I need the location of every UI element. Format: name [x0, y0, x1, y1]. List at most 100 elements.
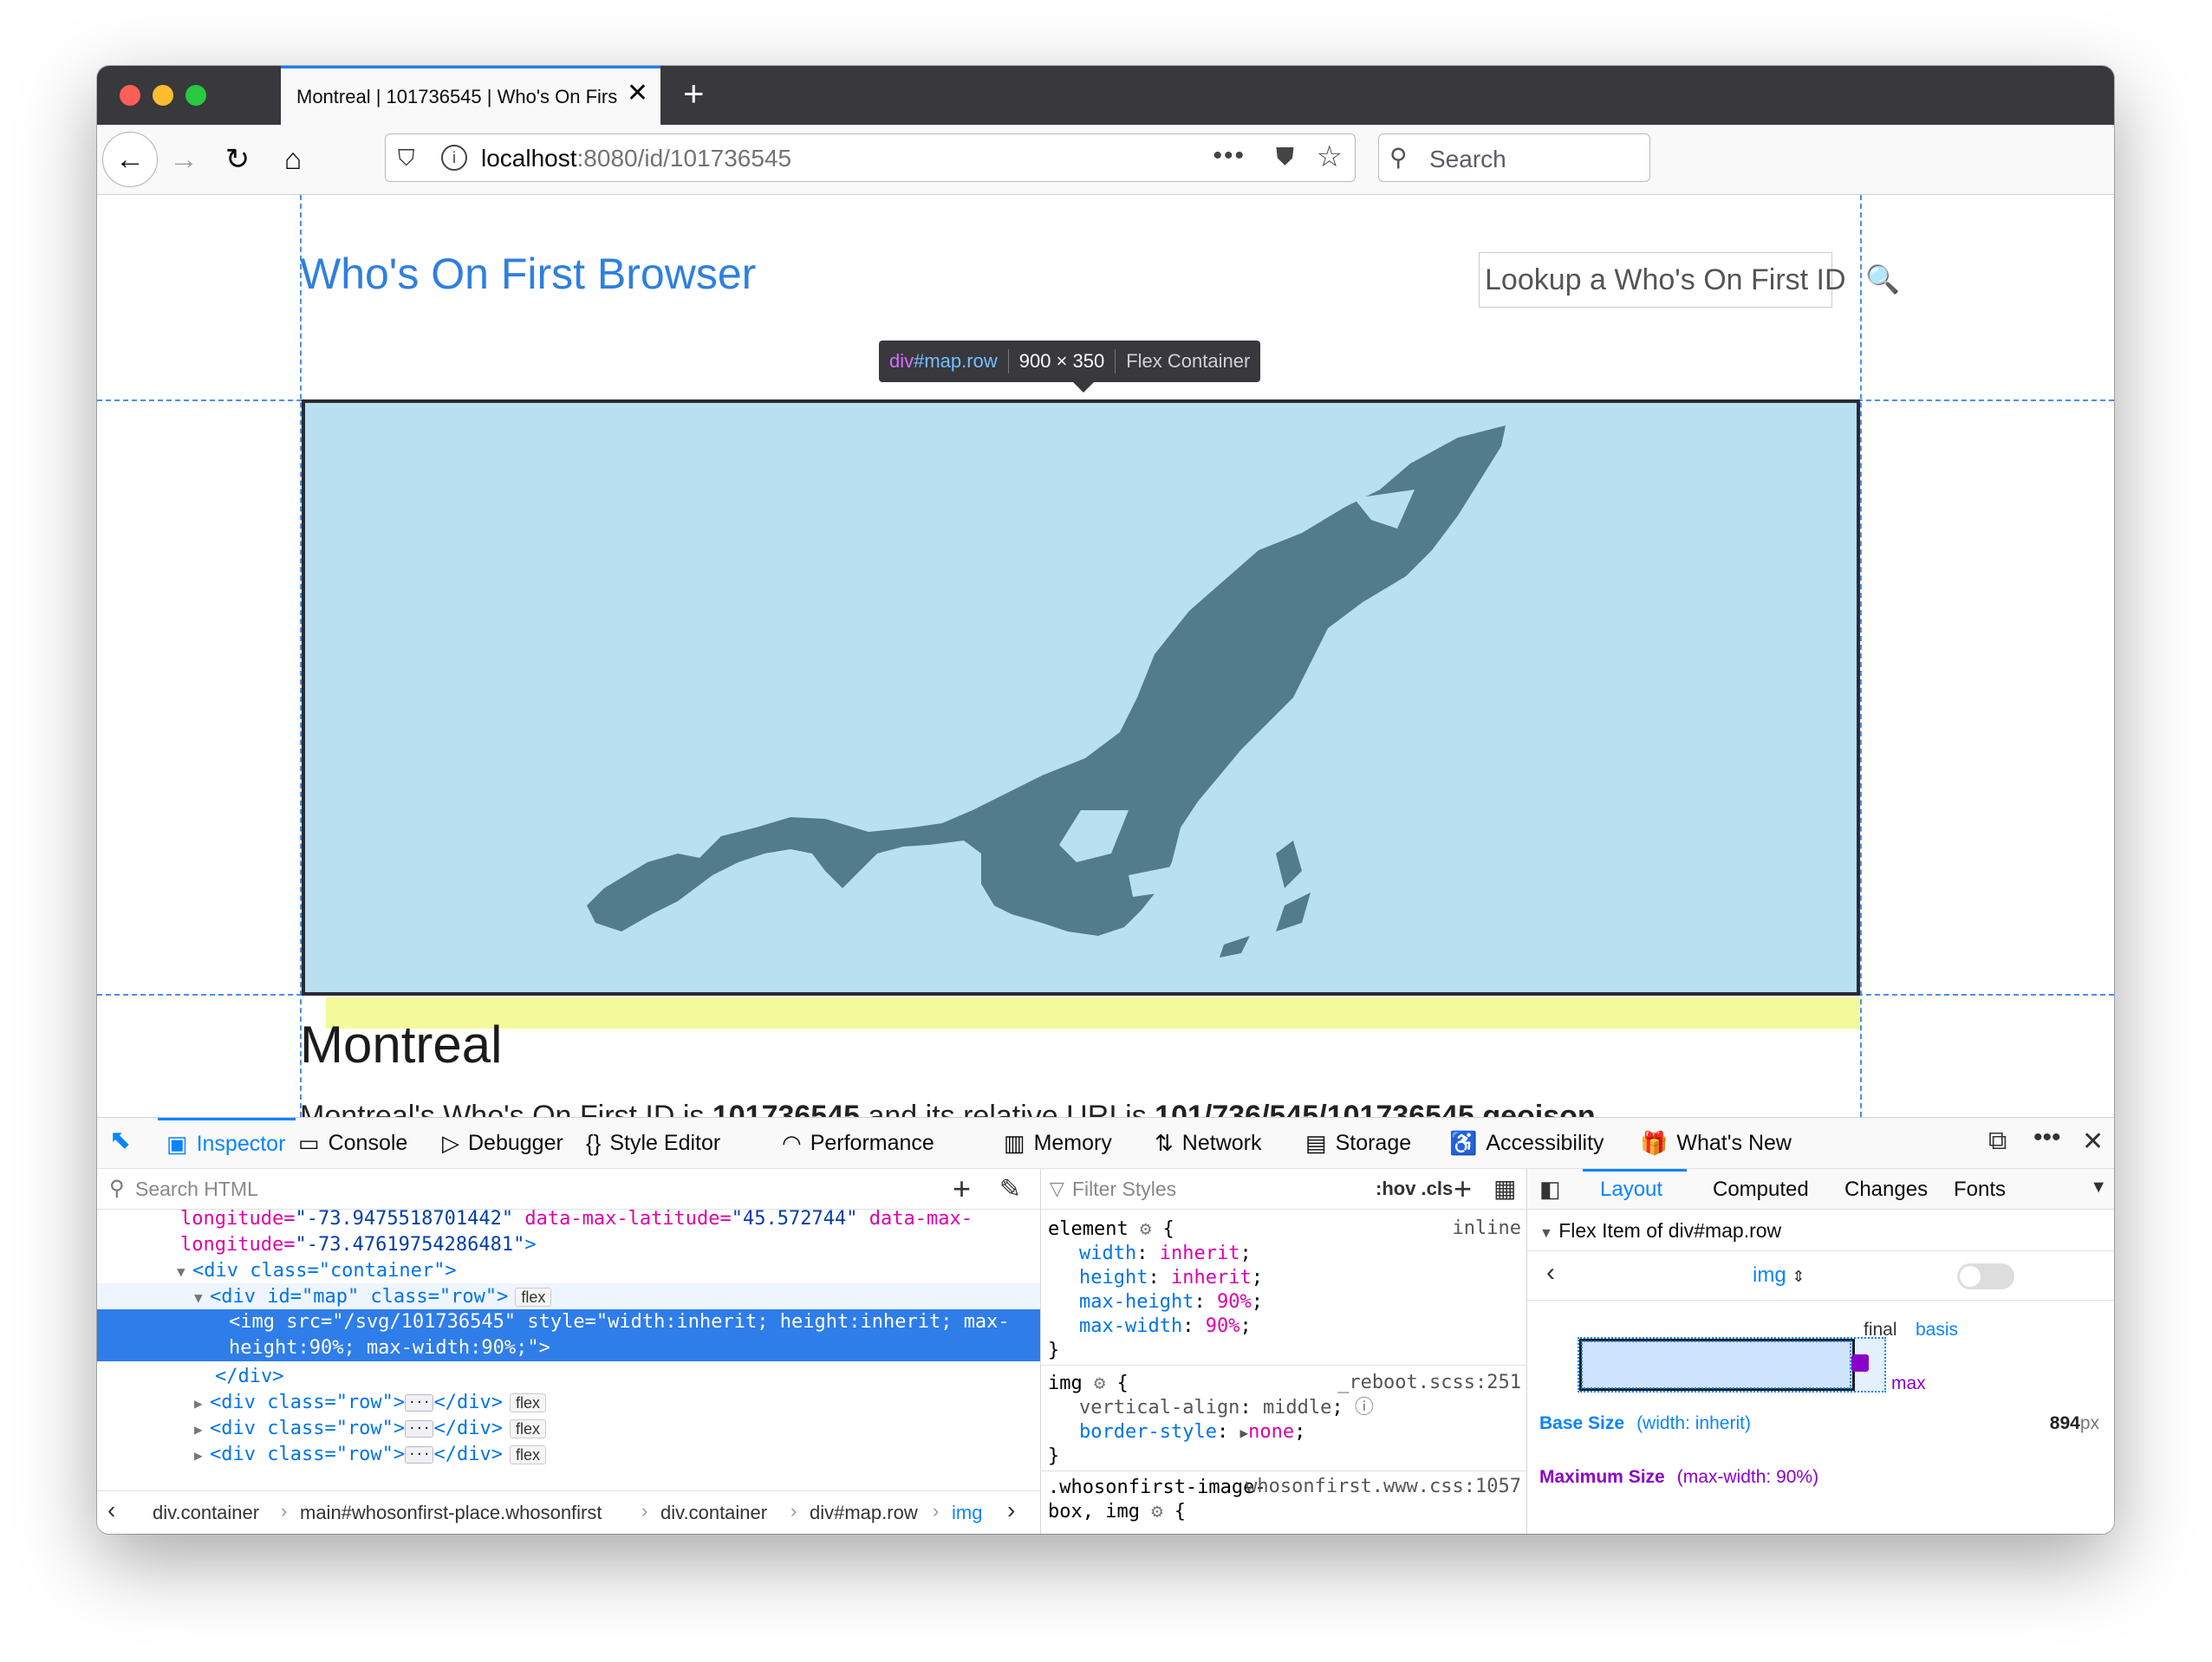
tab-style-editor[interactable]: {} Style Editor	[586, 1118, 720, 1168]
tab-memory[interactable]: ▥ Memory	[1004, 1118, 1112, 1168]
flex-item-header[interactable]: ▼ Flex Item of div#map.row	[1539, 1219, 1781, 1243]
rule-selector[interactable]: img ⚙ {	[1048, 1372, 1129, 1396]
home-button[interactable]: ⌂	[267, 133, 319, 185]
eyedropper-icon[interactable]: ✎	[999, 1174, 1021, 1204]
expand-triangle-icon[interactable]: ▶	[1239, 1425, 1248, 1441]
url-text[interactable]: localhost:8080/id/101736545	[481, 145, 791, 172]
forward-button[interactable]: →	[158, 133, 210, 185]
markup-node-row[interactable]: ▶ <div class="row"> ··· </div> flex	[97, 1415, 1040, 1444]
new-tab-button[interactable]: +	[683, 75, 705, 113]
filter-styles[interactable]: ▽ Filter Styles :hov .cls + ▦	[1041, 1169, 1526, 1210]
tab-accessibility[interactable]: ♿ Accessibility	[1449, 1118, 1604, 1168]
collapsed-ellipsis[interactable]: ···	[405, 1446, 434, 1464]
markup-node-img-selected[interactable]: <img src="/svg/101736545" style="width:i…	[97, 1309, 1040, 1361]
close-devtools-icon[interactable]: ✕	[2082, 1126, 2104, 1157]
gear-icon[interactable]: ⚙	[1151, 1501, 1162, 1522]
breadcrumb-item[interactable]: div.container	[660, 1502, 767, 1524]
toggle-sidebar-icon[interactable]: ◧	[1539, 1176, 1561, 1203]
print-media-icon[interactable]: ▦	[1493, 1174, 1516, 1203]
markup-line[interactable]: longitude="-73.47619754286481">	[97, 1231, 1040, 1259]
tab-performance[interactable]: ◠ Performance	[782, 1118, 934, 1168]
pocket-icon[interactable]: ⛊	[1276, 143, 1294, 172]
tab-debugger[interactable]: ▷ Debugger	[442, 1118, 563, 1168]
lookup-search-icon[interactable]: 🔍	[1865, 263, 1900, 295]
rule-source[interactable]: _reboot.scss:251	[1337, 1372, 1521, 1393]
add-node-icon[interactable]: +	[953, 1171, 971, 1207]
minimize-window-button[interactable]	[153, 85, 173, 106]
tab-network[interactable]: ⇅ Network	[1155, 1118, 1261, 1168]
bookmark-star-icon[interactable]: ☆	[1317, 140, 1343, 174]
gear-icon[interactable]: ⚙	[1094, 1373, 1105, 1394]
more-options-icon[interactable]: •••	[2033, 1123, 2061, 1152]
tab-layout[interactable]: Layout	[1600, 1178, 1662, 1202]
css-declaration[interactable]: max-height: 90%;	[1079, 1290, 1263, 1315]
add-rule-icon[interactable]: +	[1454, 1171, 1472, 1207]
twisty-closed-icon[interactable]: ▶	[194, 1416, 210, 1444]
rule-source[interactable]: whosonfirst.www.css:1057	[1246, 1476, 1521, 1497]
back-button[interactable]: ←	[102, 132, 158, 187]
tab-computed[interactable]: Computed	[1713, 1178, 1809, 1202]
flex-badge[interactable]: flex	[509, 1445, 546, 1464]
css-declaration[interactable]: height: inherit;	[1079, 1266, 1263, 1290]
breadcrumb-scroll-left-icon[interactable]: ‹	[107, 1496, 115, 1524]
css-declaration[interactable]: width: inherit;	[1079, 1242, 1252, 1266]
tracking-shield-icon[interactable]: ⛉	[398, 145, 415, 172]
breadcrumb-scroll-right-icon[interactable]: ›	[1007, 1496, 1015, 1524]
flex-badge[interactable]: flex	[515, 1288, 552, 1307]
tab-console[interactable]: ▭ Console	[298, 1118, 407, 1168]
highlight-toggle[interactable]	[1957, 1263, 2014, 1289]
map-container[interactable]	[302, 399, 1860, 996]
css-declaration[interactable]: vertical-align: middle; ⓘ	[1079, 1396, 1374, 1420]
twisty-open-icon[interactable]: ▼	[194, 1284, 210, 1312]
site-title-link[interactable]: Who's On First Browser	[300, 249, 756, 299]
breadcrumb-item[interactable]: div#map.row	[810, 1502, 918, 1524]
breadcrumb-item-current[interactable]: img	[952, 1502, 982, 1524]
search-html[interactable]: ⚲ Search HTML + ✎	[97, 1169, 1040, 1210]
zoom-window-button[interactable]	[185, 85, 206, 106]
rule-selector[interactable]: .whosonfirst-image-	[1048, 1476, 1266, 1500]
flex-badge[interactable]: flex	[509, 1419, 546, 1438]
markup-line[interactable]: </div>	[97, 1363, 1040, 1391]
tab-storage[interactable]: ▤ Storage	[1305, 1118, 1411, 1168]
markup-line[interactable]: longitude="-73.9475518701442" data-max-l…	[97, 1205, 1040, 1233]
markup-node-container[interactable]: ▼ <div class="container">	[97, 1257, 1040, 1286]
tab-whats-new[interactable]: 🎁 What's New	[1640, 1118, 1792, 1168]
flex-badge[interactable]: flex	[509, 1393, 546, 1412]
twisty-open-icon[interactable]: ▼	[177, 1258, 192, 1286]
chevron-left-icon[interactable]: ‹	[1546, 1258, 1555, 1288]
hov-cls-toggle[interactable]: :hov .cls	[1376, 1178, 1453, 1200]
url-bar[interactable]: ⛉ i localhost:8080/id/101736545 ••• ⛊ ☆	[385, 133, 1356, 182]
markup-node-map[interactable]: ▼ <div id="map" class="row"> flex	[97, 1283, 1040, 1312]
info-icon[interactable]: ⓘ	[1355, 1397, 1374, 1419]
twisty-open-icon[interactable]: ▼	[1539, 1226, 1553, 1241]
breadcrumb-item[interactable]: div.container	[153, 1502, 259, 1524]
collapsed-ellipsis[interactable]: ···	[405, 1420, 434, 1438]
reload-button[interactable]: ↻	[211, 133, 263, 185]
chevron-down-icon[interactable]: ▼	[2090, 1178, 2107, 1198]
tab-inspector[interactable]: ▣ Inspector	[158, 1118, 296, 1168]
gear-icon[interactable]: ⚙	[1140, 1218, 1151, 1240]
markup-node-row[interactable]: ▶ <div class="row"> ··· </div> flex	[97, 1389, 1040, 1418]
dock-icon[interactable]: ⧉	[1988, 1126, 2007, 1156]
twisty-closed-icon[interactable]: ▶	[194, 1442, 210, 1470]
browser-tab[interactable]: Montreal | 101736545 | Who's On First ✕	[281, 66, 660, 125]
tab-fonts[interactable]: Fonts	[1954, 1178, 2006, 1202]
tab-changes[interactable]: Changes	[1844, 1178, 1928, 1202]
twisty-closed-icon[interactable]: ▶	[194, 1390, 210, 1418]
flex-item-select[interactable]: img ⇕	[1753, 1263, 1805, 1288]
rule-source[interactable]: inline	[1453, 1217, 1521, 1239]
markup-node-row[interactable]: ▶ <div class="row"> ··· </div> flex	[97, 1441, 1040, 1470]
search-bar[interactable]: ⚲ Search	[1378, 133, 1650, 182]
site-info-icon[interactable]: i	[441, 145, 467, 171]
page-actions-icon[interactable]: •••	[1213, 141, 1246, 171]
css-declaration[interactable]: max-width: 90%;	[1079, 1315, 1252, 1339]
rule-selector[interactable]: box, img ⚙ {	[1048, 1500, 1186, 1524]
element-picker-icon[interactable]: ⬉	[109, 1125, 144, 1159]
rule-selector[interactable]: element ⚙ {	[1048, 1217, 1174, 1242]
breadcrumb-item[interactable]: main#whosonfirst-place.whosonfirst	[300, 1502, 602, 1524]
close-tab-icon[interactable]: ✕	[627, 81, 648, 107]
close-window-button[interactable]	[120, 85, 140, 106]
collapsed-ellipsis[interactable]: ···	[405, 1394, 434, 1412]
css-declaration[interactable]: border-style: ▶none;	[1079, 1420, 1305, 1445]
lookup-input[interactable]: Lookup a Who's On First ID	[1479, 252, 1846, 308]
